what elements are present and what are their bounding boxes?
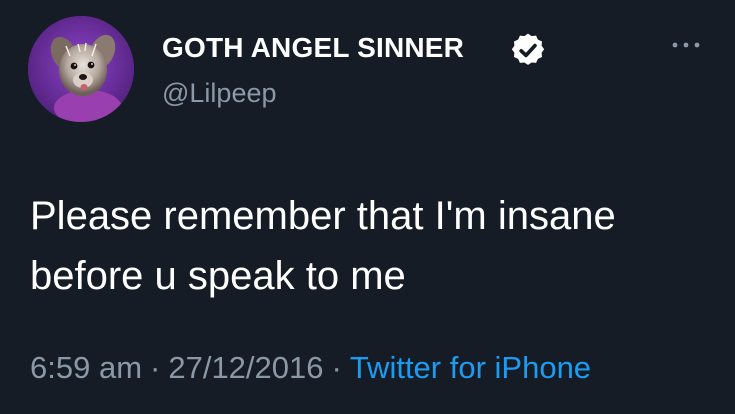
tweet-time[interactable]: 6:59 am	[30, 350, 142, 385]
user-handle[interactable]: @Lilpeep	[162, 78, 277, 109]
tweet-meta: 6:59 am · 27/12/2016 · Twitter for iPhone	[30, 350, 591, 386]
tweet-card: GOTH ANGEL SINNER @Lilpeep Please rememb…	[0, 0, 735, 414]
meta-separator: ·	[150, 350, 161, 385]
meta-separator: ·	[331, 350, 342, 385]
tweet-text: Please remember that I'm insane before u…	[30, 194, 616, 298]
avatar[interactable]	[28, 16, 134, 122]
more-options-icon[interactable]	[670, 38, 702, 52]
tweet-date[interactable]: 27/12/2016	[168, 350, 323, 385]
verified-badge-icon	[511, 33, 545, 65]
display-name[interactable]: GOTH ANGEL SINNER	[162, 32, 464, 64]
tweet-source-link[interactable]: Twitter for iPhone	[350, 350, 591, 385]
dog-avatar-icon	[28, 16, 134, 122]
